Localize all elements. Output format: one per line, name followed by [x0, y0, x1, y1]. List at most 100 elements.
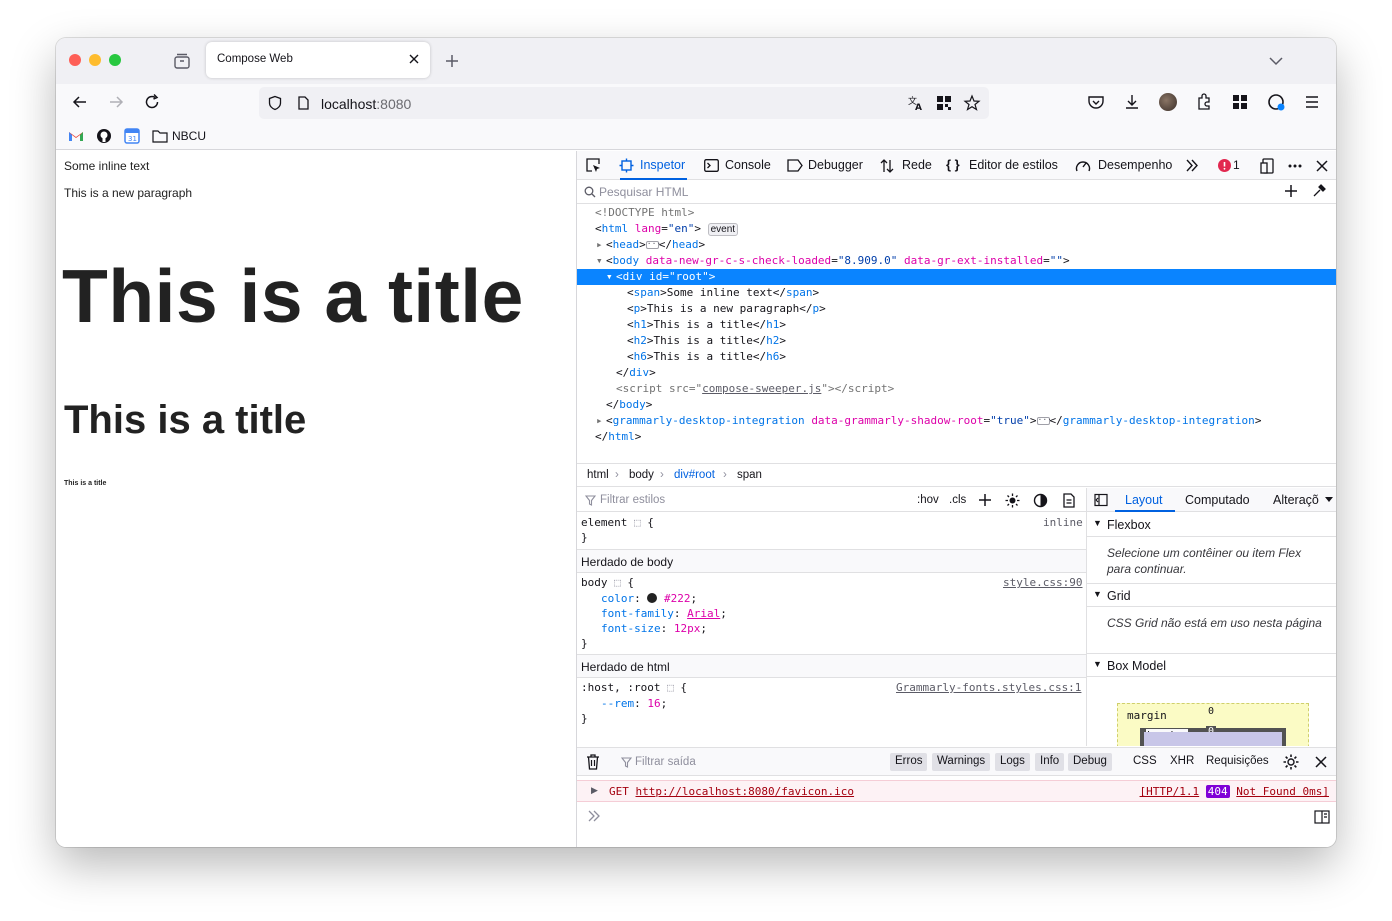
dark-mode-icon[interactable] — [1033, 493, 1048, 508]
close-icon[interactable] — [1314, 755, 1328, 769]
filter-css[interactable]: CSS — [1133, 755, 1157, 767]
rule-declaration[interactable]: --rem: 16; — [601, 697, 667, 710]
folder-icon[interactable] — [152, 129, 168, 143]
breadcrumb-html[interactable]: html — [587, 469, 609, 481]
more-options-icon[interactable] — [1287, 158, 1303, 174]
level-logs[interactable]: Logs — [995, 753, 1030, 771]
grammarly-icon[interactable] — [1266, 92, 1286, 112]
tree-node-p[interactable]: <p>This is a new paragraph</p> — [577, 301, 1336, 317]
tab-list-icon[interactable] — [172, 51, 192, 71]
expand-arrow-icon[interactable]: ▸ — [596, 413, 606, 429]
tree-node-h1[interactable]: <h1>This is a title</h1> — [577, 317, 1336, 333]
hov-toggle[interactable]: :hov — [917, 494, 939, 506]
flexbox-section-header[interactable]: ▼ Flexbox — [1087, 513, 1336, 537]
avatar[interactable] — [1159, 93, 1177, 111]
tab-inspetor[interactable]: Inspetor — [619, 151, 688, 180]
tree-node-doctype[interactable]: <!DOCTYPE html> — [577, 205, 1336, 221]
tab-computado[interactable]: Computado — [1185, 493, 1250, 507]
chevrons-right-icon[interactable] — [1185, 159, 1199, 172]
rule-declaration[interactable]: font-size: 12px; — [601, 622, 707, 635]
box-model-border[interactable]: border 0 — [1140, 726, 1286, 746]
gear-icon[interactable] — [1283, 754, 1299, 770]
expand-arrow-icon[interactable]: ▶ — [591, 785, 598, 796]
eyedropper-icon[interactable] — [1312, 184, 1326, 198]
back-icon[interactable] — [70, 92, 90, 112]
tree-node-grammarly[interactable]: ▸ <grammarly-desktop-integration data-gra… — [577, 413, 1336, 429]
chevrons-right-icon[interactable] — [587, 810, 601, 822]
tree-node-span[interactable]: <span>Some inline text</span> — [577, 285, 1336, 301]
tab-rede[interactable]: Rede — [902, 151, 932, 180]
qr-code-icon[interactable] — [935, 94, 953, 112]
minimize-window-button[interactable] — [89, 54, 101, 66]
property-value[interactable]: 16 — [647, 697, 660, 710]
level-warnings[interactable]: Warnings — [932, 753, 991, 771]
tab-layout[interactable]: Layout — [1125, 493, 1163, 507]
collapse-arrow-icon[interactable]: ▾ — [596, 253, 606, 269]
github-icon[interactable] — [96, 128, 112, 144]
url-text[interactable]: localhost:8080 — [321, 96, 411, 112]
console-filter-placeholder[interactable]: Filtrar saída — [635, 756, 696, 768]
rule-element[interactable]: element ⬚ { — [581, 516, 654, 529]
extensions-icon[interactable] — [1194, 92, 1214, 112]
tree-node-body-close[interactable]: </body> — [577, 397, 1336, 413]
collapse-arrow-icon[interactable]: ▾ — [606, 269, 616, 285]
new-tab-icon[interactable] — [442, 51, 462, 71]
tree-node-html[interactable]: <html lang="en"> event — [577, 221, 1336, 237]
shield-icon[interactable] — [267, 95, 283, 111]
cls-toggle[interactable]: .cls — [949, 494, 966, 506]
rule-body[interactable]: body ⬚ { — [581, 576, 634, 589]
bookmark-folder-label[interactable]: NBCU — [172, 129, 206, 143]
tree-node-html-close[interactable]: </html> — [577, 429, 1336, 445]
translate-icon[interactable]: 文 A — [907, 94, 925, 112]
tree-node-script[interactable]: <script src="compose-sweeper.js"></scrip… — [577, 381, 1336, 397]
breadcrumb-body[interactable]: body — [629, 469, 654, 481]
filter-requisicoes[interactable]: Requisições — [1206, 755, 1269, 767]
calendar-icon[interactable]: 31 — [124, 128, 140, 144]
light-mode-icon[interactable] — [1005, 493, 1020, 508]
chevron-down-icon[interactable] — [1266, 51, 1286, 71]
script-src-link[interactable]: compose-sweeper.js — [702, 382, 821, 395]
collapsed-ellipsis-icon[interactable]: ··· — [645, 240, 661, 249]
margin-top-value[interactable]: 0 — [1208, 706, 1214, 717]
box-model-padding[interactable] — [1144, 732, 1282, 746]
console-error-message[interactable]: ▶ GET http://localhost:8080/favicon.ico … — [577, 780, 1336, 802]
rule-host-root[interactable]: :host, :root ⬚ { — [581, 681, 687, 694]
box-model-section-header[interactable]: ▼ Box Model — [1087, 653, 1336, 677]
rule-source-link[interactable]: style.css:90 — [1003, 576, 1082, 589]
styles-filter[interactable]: Filtrar estilos :hov .cls — [577, 488, 1086, 512]
menu-icon[interactable] — [1302, 92, 1322, 112]
maximize-window-button[interactable] — [109, 54, 121, 66]
trash-icon[interactable] — [586, 754, 600, 770]
error-icon[interactable] — [1218, 159, 1231, 172]
breadcrumb-div-root[interactable]: div#root — [674, 469, 715, 481]
pocket-icon[interactable] — [1086, 92, 1106, 112]
html-search-bar[interactable]: Pesquisar HTML — [577, 180, 1336, 204]
tab-compose-web[interactable]: Compose Web — [206, 42, 430, 78]
url-bar[interactable]: localhost:8080 文 A — [259, 87, 989, 119]
tab-desempenho[interactable]: Desempenho — [1098, 151, 1172, 180]
tab-debugger[interactable]: Debugger — [808, 151, 863, 180]
toggle-sidebar-icon[interactable] — [1094, 493, 1108, 507]
rule-declaration[interactable]: color: #222; — [601, 592, 697, 605]
gmail-icon[interactable] — [68, 129, 84, 143]
close-devtools-icon[interactable] — [1314, 158, 1330, 174]
forward-icon[interactable] — [106, 92, 126, 112]
color-swatch[interactable] — [647, 593, 658, 603]
tree-node-div-root[interactable]: ▾ <div id="root"> — [577, 269, 1336, 285]
property-value[interactable]: 12px — [674, 622, 701, 635]
level-info[interactable]: Info — [1035, 753, 1065, 771]
event-badge[interactable]: event — [707, 223, 739, 236]
expand-arrow-icon[interactable]: ▸ — [596, 237, 606, 253]
rule-source-link[interactable]: Grammarly-fonts.styles.css:1 — [896, 681, 1081, 694]
responsive-design-icon[interactable] — [1260, 158, 1276, 174]
tab-editor-de-estilos[interactable]: Editor de estilos — [969, 151, 1058, 180]
tree-node-h6[interactable]: <h6>This is a title</h6> — [577, 349, 1336, 365]
add-node-icon[interactable] — [1284, 184, 1298, 198]
tree-node-head[interactable]: ▸ <head>···</head> — [577, 237, 1336, 253]
print-media-icon[interactable] — [1062, 493, 1076, 508]
add-rule-icon[interactable] — [978, 493, 992, 507]
tab-console[interactable]: Console — [725, 151, 771, 180]
collapsed-ellipsis-icon[interactable]: ··· — [1036, 416, 1052, 425]
star-icon[interactable] — [963, 94, 981, 112]
tree-node-body[interactable]: ▾ <body data-new-gr-c-s-check-loaded="8.9… — [577, 253, 1336, 269]
